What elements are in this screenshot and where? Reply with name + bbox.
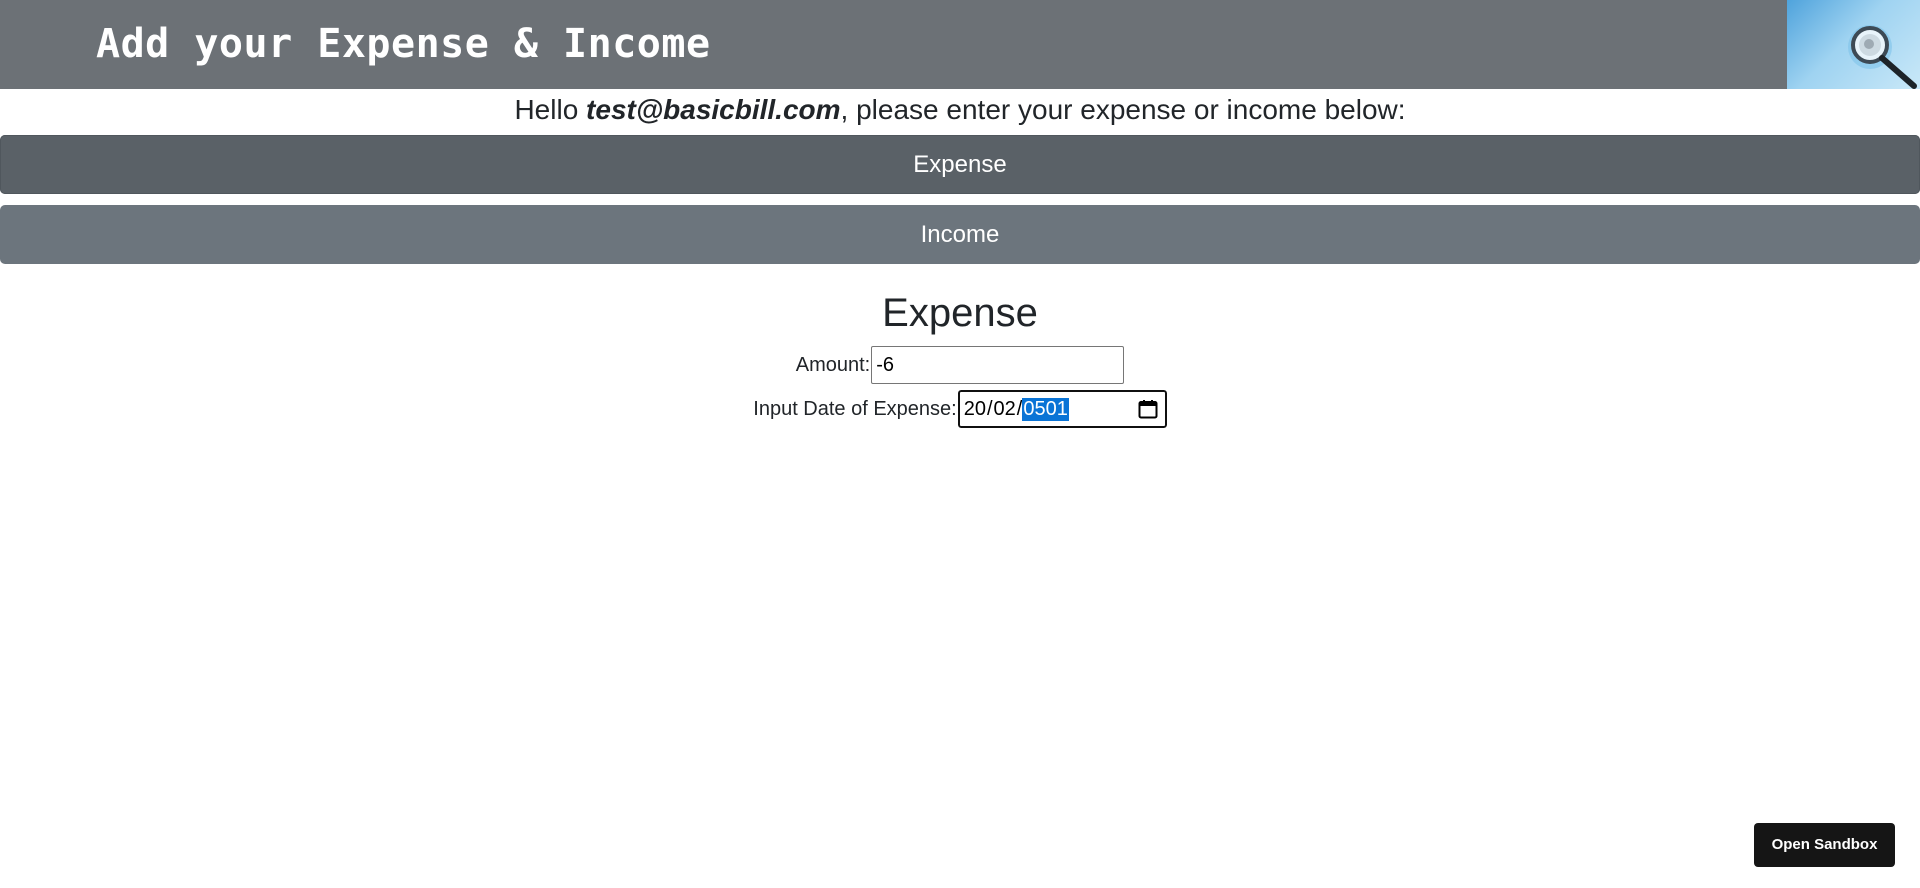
form-title: Expense bbox=[882, 291, 1038, 335]
expense-tab-button[interactable]: Expense bbox=[0, 135, 1920, 194]
greeting-suffix: , please enter your expense or income be… bbox=[840, 94, 1406, 125]
date-month-segment[interactable]: 02 bbox=[993, 398, 1017, 421]
date-day-segment[interactable]: 20 bbox=[963, 398, 987, 421]
magnifier-logo-icon bbox=[1787, 0, 1920, 89]
date-row: Input Date of Expense: 20/02/0501 bbox=[0, 389, 1920, 429]
amount-row: Amount: bbox=[0, 346, 1920, 384]
open-sandbox-button[interactable]: Open Sandbox bbox=[1754, 823, 1895, 867]
calendar-icon[interactable] bbox=[1138, 399, 1158, 419]
expense-date-input[interactable]: 20/02/0501 bbox=[956, 389, 1168, 429]
income-tab-button[interactable]: Income bbox=[0, 205, 1920, 264]
greeting-message: Hello test@basicbill.com, please enter y… bbox=[0, 89, 1920, 135]
greeting-prefix: Hello bbox=[514, 94, 587, 125]
page-title: Add your Expense & Income bbox=[96, 21, 711, 67]
amount-input[interactable] bbox=[871, 346, 1125, 384]
amount-label: Amount: bbox=[795, 353, 871, 376]
date-year-segment[interactable]: 0501 bbox=[1022, 397, 1069, 421]
user-email: test@basicbill.com bbox=[586, 94, 841, 125]
date-label: Input Date of Expense: bbox=[753, 397, 957, 420]
page-header: Add your Expense & Income bbox=[0, 0, 1920, 89]
